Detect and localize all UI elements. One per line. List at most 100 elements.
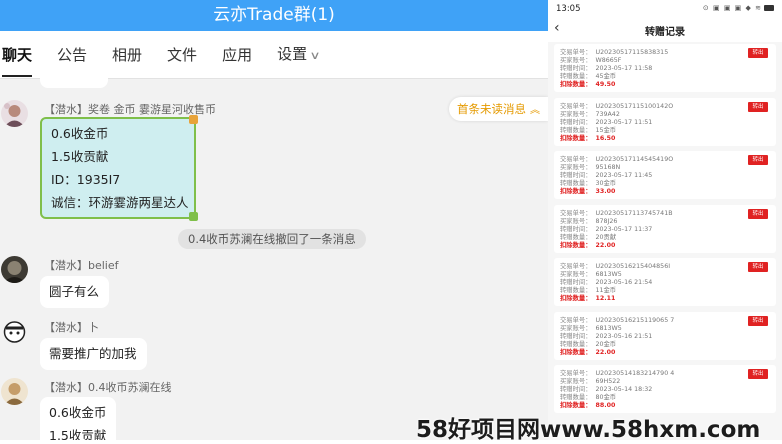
transfer-record-card[interactable]: 交易单号： U20230516215119065 7 买家账号： 6813W5 转赠时间…	[554, 311, 776, 360]
record-value: 80金币	[595, 394, 617, 401]
message-line: 诚信：环游霎游两星达人	[51, 195, 189, 210]
record-field-deduct: 扣除数量： 22.00	[560, 349, 615, 356]
record-field-qty: 转赠数量： 80金币	[560, 394, 616, 401]
page-title: 转赠记录	[645, 27, 685, 38]
first-unread-message-button[interactable]: 首条未读消息 ︽	[449, 97, 548, 121]
record-field-qty: 转赠数量： 45金币	[560, 73, 616, 80]
record-value: U20230517114545419O	[595, 156, 674, 163]
record-field-buyer: 买家账号： 739A42	[560, 111, 620, 118]
phone-screenshot: 13:05 ⊙ ▣ ▣ ▣ ◆ ≋ ‹ 转赠记录 交易单号： U202305171…	[548, 0, 782, 440]
record-label: 交易单号：	[560, 49, 592, 56]
transfer-out-badge: 转出	[748, 208, 768, 219]
avatar-image-icon	[1, 100, 28, 127]
avatar[interactable]	[1, 256, 28, 283]
record-field-qty: 转赠数量： 30金币	[560, 180, 616, 187]
record-field-deduct: 扣除数量： 33.00	[560, 188, 615, 195]
record-value: U20230516215404856I	[595, 263, 671, 270]
message-bubble[interactable]: 圆子有么	[40, 276, 110, 308]
record-field-time: 转赠时间： 2023-05-14 18:32	[560, 386, 652, 393]
record-field-qty: 转赠数量： 15金币	[560, 127, 616, 134]
tab-chat[interactable]: 聊天	[2, 31, 33, 79]
record-label: 交易单号：	[560, 156, 592, 163]
record-field-order: 交易单号： U20230514183214790 4	[560, 370, 674, 377]
record-field-time: 转赠时间： 2023-05-17 11:51	[560, 119, 652, 126]
transfer-out-badge: 转出	[748, 315, 768, 326]
record-label: 转赠时间：	[560, 65, 592, 72]
transfer-record-card[interactable]: 交易单号： U20230516215404856I 买家账号： 6813W5 转赠时间：…	[554, 258, 776, 306]
watermark: 58好项目网www.58hxm.com	[416, 417, 761, 443]
record-value: 6813W5	[595, 324, 622, 332]
record-field-time: 转赠时间： 2023-05-17 11:37	[560, 226, 652, 233]
previous-message-bubble	[40, 78, 108, 88]
record-label: 买家账号：	[560, 324, 592, 332]
record-value: 16.50	[595, 134, 616, 142]
record-label: 买家账号：	[560, 57, 592, 64]
record-field-order: 交易单号： U20230517115838315	[560, 49, 668, 56]
tab-apps[interactable]: 应用	[222, 31, 252, 79]
record-value: U20230517115838315	[595, 49, 669, 56]
chat-window: 云亦Trade群(1) 聊天 公告 相册 文件 应用 设置 ∨ 【潜水】奖卷 金币…	[0, 0, 548, 440]
record-value: 20贡献	[595, 233, 617, 241]
record-field-buyer: 买家账号： 6813W5	[560, 271, 622, 278]
status-time: 13:05	[556, 4, 581, 14]
record-field-order: 交易单号： U20230516215404856I	[560, 263, 670, 270]
transfer-record-card[interactable]: 交易单号： U20230517114545419O 买家账号： 95168N 转赠时间：…	[554, 151, 776, 199]
record-field-order: 交易单号： U20230516215119065 7	[560, 317, 674, 324]
message-bubble[interactable]: 0.6收金币 1.5收贡献	[40, 397, 117, 440]
record-field-deduct: 扣除数量： 16.50	[560, 135, 615, 142]
record-label: 扣除数量：	[560, 81, 592, 88]
tab-album[interactable]: 相册	[112, 31, 142, 79]
message-bubble[interactable]: 0.6收金币 1.5收贡献 ID：1935I7 诚信：环游霎游两星达人	[40, 115, 198, 221]
record-value: 49.50	[595, 81, 616, 88]
record-field-buyer: 买家账号： W8665F	[560, 57, 621, 64]
transfer-out-badge: 转出	[748, 101, 768, 112]
message-line: 1.5收贡献	[51, 149, 109, 164]
record-value: 30金币	[595, 180, 617, 187]
tab-files[interactable]: 文件	[167, 31, 197, 79]
record-field-order: 交易单号： U20230517114545419O	[560, 156, 673, 163]
record-label: 买家账号：	[560, 271, 592, 278]
record-field-deduct: 扣除数量： 88.00	[560, 402, 615, 409]
record-field-deduct: 扣除数量： 12.11	[560, 295, 615, 302]
transfer-record-card[interactable]: 交易单号： U20230517115100142O 买家账号： 739A42 转赠时间：…	[554, 97, 776, 146]
message-bubble[interactable]: 需要推广的加我	[40, 338, 147, 370]
message-line: 0.6收金币	[49, 405, 107, 420]
transfer-out-badge: 转出	[748, 155, 768, 165]
tab-settings[interactable]: 设置 ∨	[277, 30, 321, 80]
record-value: 2023-05-17 11:37	[595, 225, 653, 233]
avatar[interactable]	[1, 378, 28, 405]
double-chevron-up-icon: ︽	[530, 105, 540, 116]
avatar[interactable]	[1, 100, 28, 127]
avatar[interactable]	[1, 318, 28, 345]
message-sender: 【潜水】0.4收币苏澜在线	[44, 381, 172, 394]
nav-bar: ‹ 转赠记录	[548, 18, 782, 42]
message-line: ID：1935I7	[51, 172, 121, 187]
message-line: 需要推广的加我	[49, 346, 137, 361]
transfer-out-badge: 转出	[748, 48, 768, 58]
avatar-image-icon	[1, 318, 28, 345]
record-label: 扣除数量：	[560, 188, 592, 195]
record-label: 转赠数量：	[560, 394, 592, 401]
record-field-buyer: 买家账号： 6813W5	[560, 325, 622, 332]
record-label: 转赠数量：	[560, 233, 592, 241]
record-field-time: 转赠时间： 2023-05-16 21:54	[560, 279, 652, 286]
record-label: 交易单号：	[560, 316, 592, 324]
record-label: 转赠数量：	[560, 180, 592, 187]
tab-settings-label: 设置	[277, 44, 308, 63]
record-value: 2023-05-17 11:58	[595, 65, 653, 72]
record-label: 扣除数量：	[560, 241, 592, 249]
record-value: 878J26	[595, 217, 618, 225]
record-value: 2023-05-14 18:32	[595, 386, 653, 393]
transfer-record-card[interactable]: 交易单号： U20230517115838315 买家账号： W8665F 转赠时间： 2…	[554, 44, 776, 92]
record-value: U20230514183214790 4	[595, 370, 675, 377]
transfer-record-card[interactable]: 交易单号： U20230514183214790 4 买家账号： 69H522 转赠时间…	[554, 365, 776, 413]
record-label: 买家账号：	[560, 378, 592, 385]
message-sender: 【潜水】belief	[44, 259, 119, 272]
transfer-record-card[interactable]: 交易单号： U20230517113745741B 买家账号： 878J26 转赠时间：…	[554, 204, 776, 253]
record-field-buyer: 买家账号： 69H522	[560, 378, 620, 385]
record-label: 转赠数量：	[560, 73, 592, 80]
system-notice: 0.4收币苏澜在线撤回了一条消息	[178, 229, 366, 249]
record-value: 2023-05-17 11:51	[595, 118, 653, 126]
record-label: 转赠时间：	[560, 118, 592, 126]
tab-announcement[interactable]: 公告	[57, 31, 87, 79]
